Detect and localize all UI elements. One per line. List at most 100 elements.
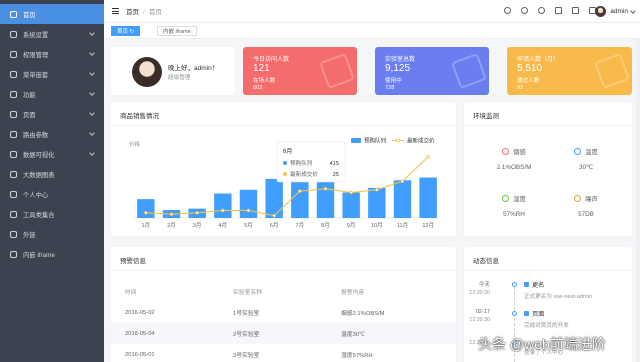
notification-bell-icon[interactable] xyxy=(572,7,579,14)
environment-card: 环境监测 烟感 2.1%OBS/M 温度 30℃ 湿度 57%RH 噪声 57DB xyxy=(464,102,632,236)
x-tick-label: 6月 xyxy=(270,222,279,229)
column-header: 时间 xyxy=(125,290,137,296)
env-item: 烟感 2.1%OBS/M xyxy=(484,147,544,171)
table-header-row: 时间 实验室名称 报警内容 xyxy=(111,281,456,302)
env-name: 噪声 xyxy=(585,196,598,203)
home-icon xyxy=(10,10,17,18)
table-row[interactable]: 2016-05-02 1号实验室 烟感2.1%OBS/M xyxy=(111,302,456,323)
avatar[interactable] xyxy=(595,6,606,17)
x-tick-label: 3月 xyxy=(193,222,202,229)
env-name: 湿度 xyxy=(513,196,526,203)
stat-sub-label: 通过人数 xyxy=(517,78,540,84)
tooltip-value: 415 xyxy=(330,161,339,167)
user-avatar xyxy=(132,57,162,87)
timeline-time: 今天 12:20:30 xyxy=(469,282,490,296)
sidebar-item-label: 内嵌 iframe xyxy=(23,251,55,259)
scrollbar[interactable] xyxy=(636,39,640,362)
env-name: 烟感 xyxy=(513,149,526,156)
sidebar-item[interactable]: 首页 xyxy=(0,4,104,24)
tools-icon xyxy=(10,210,17,218)
env-value: 57DB xyxy=(578,211,594,218)
chevron-down-icon xyxy=(89,150,95,156)
env-value: 57%RH xyxy=(503,211,525,218)
sidebar-item[interactable]: 数据可视化 xyxy=(0,144,104,164)
stat-title: 实验室总数 xyxy=(385,57,416,63)
chevron-down-icon xyxy=(89,110,95,116)
stat-card-labs: 实验室总数 9,125 使用中 728 xyxy=(375,47,489,95)
tooltip-marker xyxy=(283,172,287,176)
table-cell: 烟感2.1%OBS/M xyxy=(341,311,385,317)
setting-icon xyxy=(10,30,17,38)
bar xyxy=(342,192,360,218)
table-cell: 2016-05-01 xyxy=(125,351,155,358)
sidebar-item-label: 路由参数 xyxy=(23,131,49,139)
noise-icon xyxy=(574,195,582,202)
sidebar-item[interactable]: 路由参数 xyxy=(0,124,104,144)
stat-card-visitors: 今日访问人数 121 在场人数 602 xyxy=(243,47,357,95)
sales-chart: 价格1月 2月 3月 4月 5月 6月 7月 8月 9月 10月 11月 12月预购队列 最新成交价6月… xyxy=(129,137,441,229)
sidebar-item[interactable]: 功能 xyxy=(0,84,104,104)
sidebar-item[interactable]: 大数据图表 xyxy=(0,164,104,184)
stat-sub-value: 602 xyxy=(253,85,263,91)
bar xyxy=(137,199,155,218)
table-cell: 3号实验室 xyxy=(233,353,260,359)
sidebar-item[interactable]: 菜单嵌套 xyxy=(0,64,104,84)
refresh-icon[interactable]: ↻ xyxy=(130,29,135,35)
warning-card: 预警信息 时间 实验室名称 报警内容 2016-05-02 1号实验室 烟感2.… xyxy=(111,247,456,362)
skin-icon[interactable] xyxy=(555,7,562,14)
tooltip-marker xyxy=(283,161,287,165)
tooltip-title: 6月 xyxy=(283,148,292,155)
sidebar-item[interactable]: 内嵌 iframe xyxy=(0,244,104,264)
x-tick-label: 5月 xyxy=(244,222,253,229)
y-axis-label: 价格 xyxy=(129,140,141,148)
legend-label: 最新成交价 xyxy=(407,137,435,145)
timeline-time: 02-17 12:20:30 xyxy=(469,309,490,323)
tag-iframe[interactable]: 内嵌 iframe xyxy=(157,26,197,36)
legend-swatch xyxy=(351,138,361,143)
table-cell: 湿度57%RH xyxy=(341,353,373,359)
username-dropdown[interactable]: admin xyxy=(610,8,628,15)
line-point xyxy=(221,208,225,213)
language-icon[interactable] xyxy=(521,7,528,14)
sidebar-item-label: 页面 xyxy=(23,111,36,119)
sales-card: 商品销售情况 价格 1月 2月 3月 4月 5月 6月 7月 8月 9月 10月 11月 12月 预购队列… xyxy=(111,102,456,236)
top-bar: 首页 / 首页 admin xyxy=(104,0,640,23)
bar xyxy=(368,187,386,218)
timeline-dot xyxy=(512,282,517,287)
breadcrumb-home[interactable]: 首页 xyxy=(126,9,139,16)
sidebar-item[interactable]: 外链 xyxy=(0,224,104,244)
sidebar-item[interactable]: 页面 xyxy=(0,104,104,124)
sidebar-item-label: 菜单嵌套 xyxy=(23,71,49,79)
line-point xyxy=(195,211,199,215)
big-data-icon xyxy=(10,170,17,178)
table-row[interactable]: 2016-05-04 2号实验室 温度30℃ xyxy=(111,323,456,344)
tooltip-label: 最新成交价 xyxy=(290,170,318,178)
x-tick-label: 10月 xyxy=(371,222,383,229)
stat-sub-value: 92 xyxy=(517,85,524,91)
legend-label: 预购队列 xyxy=(364,137,387,145)
chart-icon xyxy=(10,150,17,158)
sidebar-item[interactable]: 系统设置 xyxy=(0,24,104,44)
stat-sub-value: 728 xyxy=(385,85,395,91)
watermark-text: 头条 @web前端进阶 xyxy=(478,336,606,352)
bar xyxy=(291,180,309,218)
sidebar-item[interactable]: 工具类集合 xyxy=(0,204,104,224)
tag-home[interactable]: 首页 ↻ xyxy=(111,26,141,36)
sidebar-item-label: 外链 xyxy=(23,231,36,239)
font-size-icon[interactable] xyxy=(504,7,511,14)
chevron-down-icon xyxy=(89,90,95,96)
toolbar-icons xyxy=(504,7,596,14)
table-cell: 1号实验室 xyxy=(233,311,260,317)
route-icon xyxy=(10,130,17,138)
chevron-down-icon xyxy=(89,130,95,136)
menu-toggle-icon[interactable] xyxy=(112,8,119,14)
line-point xyxy=(169,212,174,216)
stat-value: 5,510 xyxy=(517,63,543,74)
sidebar-item[interactable]: 权限管理 xyxy=(0,44,104,64)
sidebar-item-label: 数据可视化 xyxy=(23,151,55,159)
search-icon[interactable] xyxy=(538,7,545,14)
x-tick-label: 11月 xyxy=(397,222,408,229)
sidebar-item[interactable]: 个人中心 xyxy=(0,184,104,204)
table-row[interactable]: 2016-05-01 3号实验室 湿度57%RH xyxy=(111,344,456,362)
env-value: 30℃ xyxy=(578,164,594,171)
